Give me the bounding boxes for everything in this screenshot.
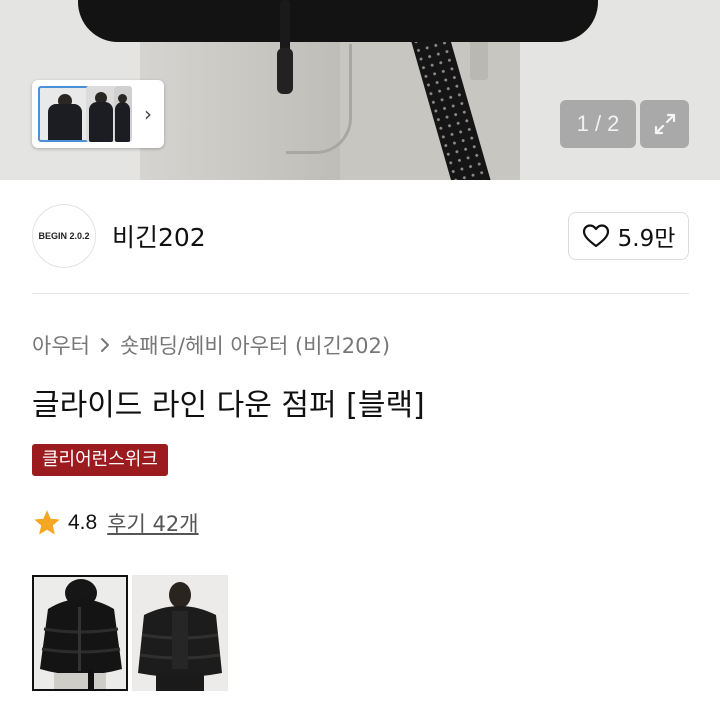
chevron-right-icon[interactable]: ›: [138, 102, 158, 126]
product-hero-image[interactable]: › 1 / 2: [0, 0, 720, 180]
product-thumbnail-image: [132, 575, 228, 691]
product-thumbnail-image: [34, 577, 126, 689]
review-link[interactable]: 후기 42개: [107, 508, 198, 538]
divider: [32, 293, 689, 294]
product-title: 글라이드 라인 다운 점퍼 [블랙]: [32, 388, 425, 423]
heart-icon: [582, 224, 609, 248]
gallery-thumbnail[interactable]: [114, 86, 132, 142]
chevron-right-icon: [100, 338, 109, 352]
rating-value: 4.8: [68, 511, 98, 534]
promo-badge: 클리어런스위크: [32, 444, 168, 476]
brand-logo[interactable]: BEGIN 2.0.2: [32, 204, 96, 268]
gallery-page-counter: 1 / 2: [560, 100, 636, 148]
color-option-black[interactable]: [32, 575, 128, 691]
brand-name[interactable]: 비긴202: [112, 218, 206, 254]
star-icon: [34, 510, 60, 535]
gallery-thumbnail[interactable]: [38, 86, 90, 142]
rating-row: 4.8 후기 42개: [32, 508, 199, 538]
gallery-thumbnail[interactable]: [86, 86, 116, 142]
hero-jacket-hem: [78, 0, 598, 42]
breadcrumb: 아우터 숏패딩/헤비 아우터 (비긴202): [32, 330, 390, 360]
gallery-thumbnail-strip[interactable]: ›: [32, 80, 164, 148]
breadcrumb-item-category[interactable]: 숏패딩/헤비 아우터 (비긴202): [120, 330, 390, 360]
expand-button[interactable]: [640, 100, 689, 148]
breadcrumb-item-outer[interactable]: 아우터: [32, 330, 90, 360]
expand-icon: [654, 113, 675, 135]
like-button[interactable]: 5.9만: [568, 212, 689, 260]
brand-logo-text: BEGIN 2.0.2: [38, 231, 90, 241]
color-option-alt[interactable]: [132, 575, 228, 691]
like-count: 5.9만: [617, 226, 676, 252]
